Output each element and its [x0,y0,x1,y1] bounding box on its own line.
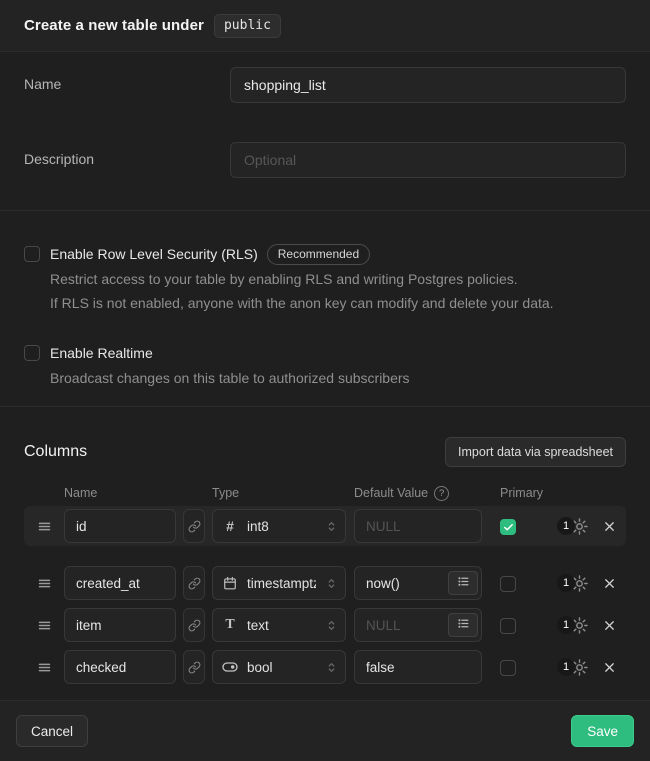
realtime-description: Broadcast changes on this table to autho… [50,366,410,390]
primary-checkbox[interactable] [500,660,516,676]
columns-title: Columns [24,443,87,461]
columns-section: Columns Import data via spreadsheet Name… [0,407,650,697]
primary-checkbox[interactable] [500,618,516,634]
description-label: Description [24,142,230,178]
header-primary: Primary [500,486,543,500]
foreign-key-icon[interactable] [183,566,205,600]
settings-count-badge: 1 [557,616,575,634]
default-value-input[interactable] [354,650,482,684]
recommended-badge: Recommended [267,244,370,265]
calendar-icon [222,576,238,590]
chevron-updown-icon [325,577,338,590]
primary-checkbox[interactable] [500,519,516,535]
boolean-icon [222,659,238,675]
column-settings-button[interactable]: 1 [557,517,589,536]
header-type: Type [212,486,354,500]
cancel-button[interactable]: Cancel [16,715,88,747]
default-value-picker-icon[interactable] [448,613,478,637]
column-settings-button[interactable]: 1 [557,658,589,677]
column-settings-button[interactable]: 1 [557,574,589,593]
column-type-select[interactable]: bool [212,650,346,684]
drag-handle-icon[interactable] [24,576,64,591]
schema-badge: public [214,14,281,38]
drag-handle-icon[interactable] [24,519,64,534]
realtime-label: Enable Realtime [50,345,153,361]
column-name-input[interactable] [64,509,176,543]
primary-checkbox[interactable] [500,576,516,592]
name-row: Name [24,67,626,103]
column-name-input[interactable] [64,566,176,600]
column-row-id: # int8 1 [24,506,626,546]
table-name-input[interactable] [230,67,626,103]
rls-block: Enable Row Level Security (RLS) Recommen… [24,244,626,315]
table-description-input[interactable] [230,142,626,178]
default-value-picker-icon[interactable] [448,571,478,595]
drag-handle-icon[interactable] [24,618,64,633]
columns-table-headers: Name Type Default Value ? Primary [24,485,626,501]
remove-column-icon[interactable] [602,576,617,591]
column-row-item: T text 1 [24,608,626,642]
settings-count-badge: 1 [557,574,575,592]
text-icon: T [222,617,238,633]
description-row: Description [24,142,626,178]
options-section: Enable Row Level Security (RLS) Recommen… [0,211,650,406]
column-row-checked: bool 1 [24,650,626,684]
drag-handle-icon[interactable] [24,660,64,675]
settings-count-badge: 1 [557,517,575,535]
column-name-input[interactable] [64,608,176,642]
header-name: Name [64,486,212,500]
foreign-key-icon[interactable] [183,650,205,684]
realtime-content: Enable Realtime Broadcast changes on thi… [50,343,410,390]
chevron-updown-icon [325,520,338,533]
save-button[interactable]: Save [571,715,634,747]
column-settings-button[interactable]: 1 [557,616,589,635]
chevron-updown-icon [325,661,338,674]
rls-label: Enable Row Level Security (RLS) [50,246,258,262]
rls-checkbox[interactable] [24,246,40,262]
dialog-header: Create a new table under public [0,0,650,52]
realtime-block: Enable Realtime Broadcast changes on thi… [24,343,626,390]
dialog-footer: Cancel Save [0,700,650,761]
name-label: Name [24,67,230,103]
create-table-dialog: Create a new table under public Name Des… [0,0,650,761]
remove-column-icon[interactable] [602,660,617,675]
rls-description: Restrict access to your table by enablin… [50,267,554,315]
realtime-checkbox[interactable] [24,345,40,361]
help-icon[interactable]: ? [434,486,449,501]
remove-column-icon[interactable] [602,618,617,633]
foreign-key-icon[interactable] [183,608,205,642]
column-row-created-at: timestamptz 1 [24,566,626,600]
column-type-select[interactable]: timestamptz [212,566,346,600]
remove-column-icon[interactable] [602,519,617,534]
dialog-title: Create a new table under [24,17,204,34]
column-type-select[interactable]: # int8 [212,509,346,543]
settings-count-badge: 1 [557,658,575,676]
rls-content: Enable Row Level Security (RLS) Recommen… [50,244,554,315]
chevron-updown-icon [325,619,338,632]
import-spreadsheet-button[interactable]: Import data via spreadsheet [445,437,626,467]
column-name-input[interactable] [64,650,176,684]
column-type-select[interactable]: T text [212,608,346,642]
basic-form-section: Name Description [0,52,650,210]
hash-icon: # [222,518,238,534]
foreign-key-icon[interactable] [183,509,205,543]
default-value-input[interactable] [354,509,482,543]
header-default-value: Default Value [354,486,428,500]
check-icon [503,522,514,533]
